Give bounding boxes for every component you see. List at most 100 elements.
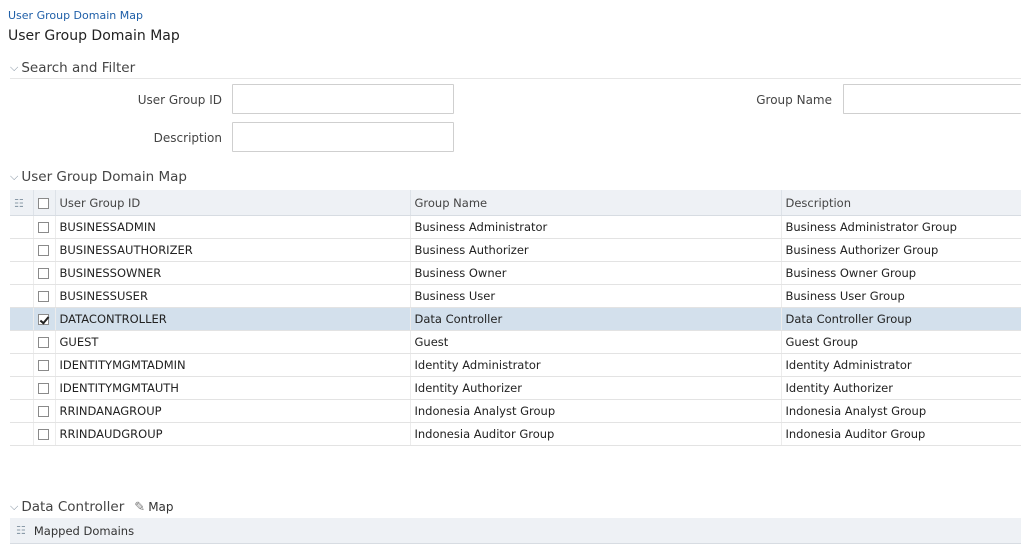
search-filter-header[interactable]: ⌵ Search and Filter: [10, 60, 135, 76]
cell-description[interactable]: Business User Group: [780, 284, 1021, 308]
cell-group-name[interactable]: Business Owner: [409, 261, 781, 285]
row-checkbox-cell[interactable]: [32, 353, 55, 377]
row-checkbox-cell[interactable]: [32, 261, 55, 285]
table-row[interactable]: BUSINESSUSER Business User Business User G…: [10, 284, 1021, 308]
grid-section-header[interactable]: ⌵ User Group Domain Map: [10, 169, 187, 185]
row-checkbox[interactable]: [37, 337, 49, 348]
cell-group-name[interactable]: Business Administrator: [409, 215, 781, 239]
detail-section-title: Data Controller: [21, 499, 125, 515]
row-checkbox[interactable]: [37, 245, 49, 256]
table-row[interactable]: RRINDANAGROUP Indonesia Analyst Group Indo…: [10, 399, 1021, 423]
table-row[interactable]: BUSINESSOWNER Business Owner Business Owne…: [10, 261, 1021, 285]
column-header-user-group-id[interactable]: User Group ID: [54, 190, 410, 216]
table-row[interactable]: DATACONTROLLER Data Controller Data Contro…: [10, 307, 1021, 331]
divider: [10, 78, 1021, 79]
select-all-cell[interactable]: [32, 190, 55, 216]
row-checkbox-cell[interactable]: [32, 215, 55, 239]
row-checkbox-cell[interactable]: [32, 330, 55, 354]
table-row[interactable]: BUSINESSADMIN Business Administrator Busin…: [10, 215, 1021, 239]
column-header-group-name[interactable]: Group Name: [409, 190, 781, 216]
row-checkbox-cell[interactable]: [32, 376, 55, 400]
cell-description[interactable]: Identity Authorizer: [780, 376, 1021, 400]
row-checkbox-cell[interactable]: [32, 307, 55, 331]
row-checkbox-cell[interactable]: [32, 284, 55, 308]
user-group-id-input[interactable]: [232, 84, 454, 114]
cell-group-name[interactable]: Business User: [409, 284, 781, 308]
row-checkbox-cell[interactable]: [32, 399, 55, 423]
cell-description[interactable]: Business Administrator Group: [780, 215, 1021, 239]
cell-group-name[interactable]: Business Authorizer: [409, 238, 781, 262]
hierarchy-icon[interactable]: ☷: [14, 197, 24, 210]
cell-description[interactable]: Data Controller Group: [780, 307, 1021, 331]
description-input[interactable]: [232, 122, 454, 152]
cell-description[interactable]: Business Authorizer Group: [780, 238, 1021, 262]
column-header-description[interactable]: Description: [780, 190, 1021, 216]
table-row[interactable]: IDENTITYMGMTAUTH Identity Authorizer Ident…: [10, 376, 1021, 400]
table-row[interactable]: RRINDAUDGROUP Indonesia Auditor Group Indo…: [10, 422, 1021, 446]
row-checkbox[interactable]: [37, 222, 49, 233]
mapped-domains-header: ☷ Mapped Domains: [10, 518, 1021, 544]
cell-description[interactable]: Indonesia Auditor Group: [780, 422, 1021, 446]
table-row[interactable]: IDENTITYMGMTADMIN Identity Administrator I…: [10, 353, 1021, 377]
mapped-domains-label: Mapped Domains: [33, 523, 135, 538]
row-spacer-cell: [10, 376, 33, 400]
row-spacer-cell: [10, 238, 33, 262]
row-checkbox-cell[interactable]: [32, 238, 55, 262]
cell-user-group-id[interactable]: IDENTITYMGMTAUTH: [54, 376, 410, 400]
cell-group-name[interactable]: Data Controller: [409, 307, 781, 331]
row-checkbox[interactable]: [37, 291, 49, 302]
table-row[interactable]: GUEST Guest Guest Group: [10, 330, 1021, 354]
map-button[interactable]: ✎ Map: [134, 500, 173, 515]
row-checkbox[interactable]: [37, 383, 49, 394]
page-title: User Group Domain Map: [8, 28, 180, 44]
chevron-down-icon[interactable]: ⌵: [10, 500, 18, 514]
row-spacer-cell: [10, 353, 33, 377]
cell-group-name[interactable]: Identity Authorizer: [409, 376, 781, 400]
cell-user-group-id[interactable]: RRINDANAGROUP: [54, 399, 410, 423]
cell-description[interactable]: Indonesia Analyst Group: [780, 399, 1021, 423]
table-row[interactable]: BUSINESSAUTHORIZER Business Authorizer Bus…: [10, 238, 1021, 262]
row-spacer-cell: [10, 215, 33, 239]
row-checkbox[interactable]: [37, 314, 49, 325]
breadcrumb[interactable]: User Group Domain Map: [8, 9, 143, 22]
pencil-icon: ✎: [134, 499, 146, 515]
cell-user-group-id[interactable]: BUSINESSADMIN: [54, 215, 410, 239]
search-filter-title: Search and Filter: [21, 60, 136, 76]
row-checkbox[interactable]: [37, 360, 49, 371]
tree-header-cell[interactable]: ☷: [10, 190, 33, 216]
cell-description[interactable]: Guest Group: [780, 330, 1021, 354]
row-checkbox[interactable]: [37, 406, 49, 417]
group-name-input[interactable]: [843, 84, 1021, 114]
user-group-id-label: User Group ID: [137, 93, 222, 107]
cell-description[interactable]: Identity Administrator: [780, 353, 1021, 377]
user-group-table: ☷ User Group ID Group Name Description B…: [10, 190, 1021, 446]
cell-description[interactable]: Business Owner Group: [780, 261, 1021, 285]
row-spacer-cell: [10, 307, 33, 331]
cell-group-name[interactable]: Identity Administrator: [409, 353, 781, 377]
cell-user-group-id[interactable]: RRINDAUDGROUP: [54, 422, 410, 446]
row-checkbox-cell[interactable]: [32, 422, 55, 446]
table-header-row: ☷ User Group ID Group Name Description: [10, 190, 1021, 216]
chevron-down-icon[interactable]: ⌵: [10, 61, 18, 75]
cell-user-group-id[interactable]: BUSINESSOWNER: [54, 261, 410, 285]
row-spacer-cell: [10, 330, 33, 354]
detail-section-header[interactable]: ⌵ Data Controller ✎ Map: [10, 499, 174, 515]
grid-section-title: User Group Domain Map: [21, 169, 187, 185]
cell-user-group-id[interactable]: DATACONTROLLER: [54, 307, 410, 331]
group-name-label: Group Name: [756, 93, 832, 107]
row-spacer-cell: [10, 399, 33, 423]
map-button-label: Map: [148, 500, 174, 514]
cell-user-group-id[interactable]: BUSINESSAUTHORIZER: [54, 238, 410, 262]
row-checkbox[interactable]: [37, 268, 49, 279]
select-all-checkbox[interactable]: [37, 197, 49, 209]
cell-user-group-id[interactable]: GUEST: [54, 330, 410, 354]
row-checkbox[interactable]: [37, 429, 49, 440]
cell-group-name[interactable]: Indonesia Auditor Group: [409, 422, 781, 446]
row-spacer-cell: [10, 284, 33, 308]
cell-group-name[interactable]: Guest: [409, 330, 781, 354]
cell-group-name[interactable]: Indonesia Analyst Group: [409, 399, 781, 423]
hierarchy-icon[interactable]: ☷: [16, 524, 26, 537]
cell-user-group-id[interactable]: BUSINESSUSER: [54, 284, 410, 308]
cell-user-group-id[interactable]: IDENTITYMGMTADMIN: [54, 353, 410, 377]
chevron-down-icon[interactable]: ⌵: [10, 170, 18, 184]
